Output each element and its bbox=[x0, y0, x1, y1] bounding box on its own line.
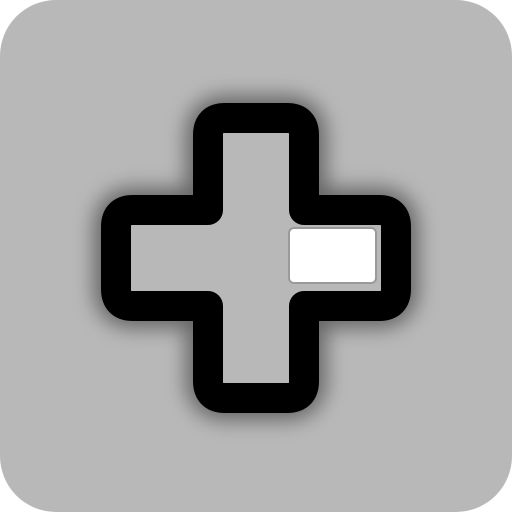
dpad-icon-tile bbox=[0, 0, 512, 512]
dpad-right-pressed-highlight bbox=[288, 227, 377, 284]
dpad-right-pressed-icon bbox=[0, 0, 512, 512]
